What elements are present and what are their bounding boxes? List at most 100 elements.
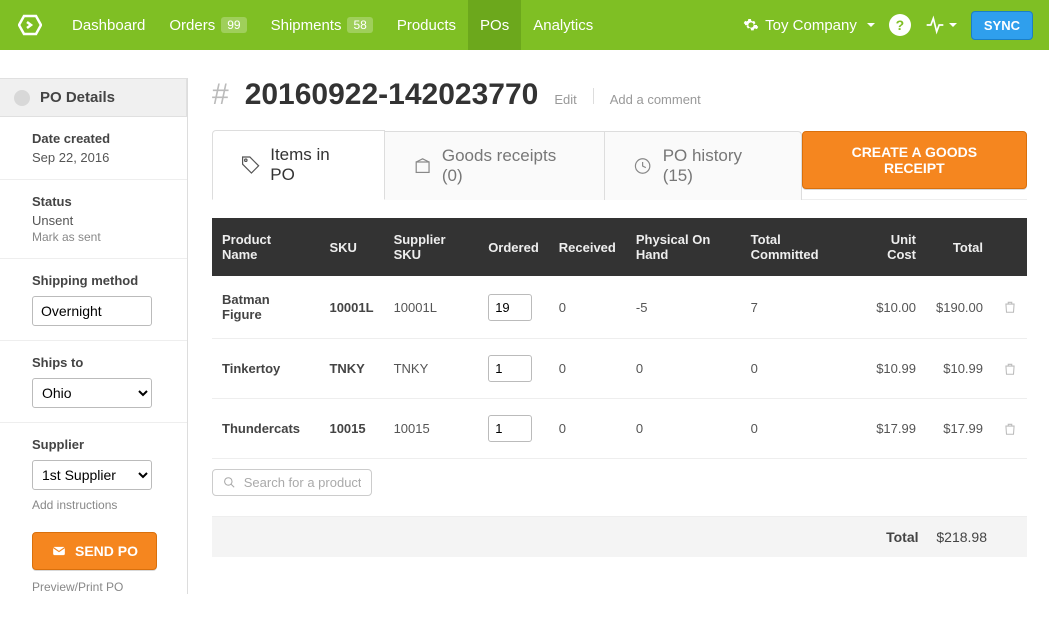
logo-icon[interactable] — [16, 11, 44, 39]
send-po-button[interactable]: SEND PO — [32, 532, 157, 570]
mail-icon — [51, 544, 67, 558]
table-row: TinkertoyTNKYTNKY000$10.99$10.99 — [212, 339, 1027, 399]
shipments-badge: 58 — [347, 17, 372, 33]
cell-total: $10.99 — [926, 339, 993, 399]
orders-badge: 99 — [221, 17, 246, 33]
search-row — [212, 459, 1027, 517]
ships-to-select[interactable]: Ohio — [32, 378, 152, 408]
activity-icon[interactable] — [925, 15, 957, 35]
cell-ssku: TNKY — [384, 339, 479, 399]
sidebar-header: PO Details — [0, 78, 187, 117]
tag-icon — [241, 155, 260, 175]
ordered-input[interactable] — [488, 415, 532, 442]
col-name: Product Name — [212, 218, 319, 276]
cell-name: Thundercats — [212, 399, 319, 459]
col-received: Received — [549, 218, 626, 276]
po-header: # 20160922-142023770 Edit Add a comment — [212, 78, 1027, 112]
help-icon[interactable]: ? — [889, 14, 911, 36]
cell-name: Batman Figure — [212, 276, 319, 339]
shipping-label: Shipping method — [32, 273, 171, 288]
delete-row-button[interactable] — [993, 399, 1027, 459]
nav-analytics[interactable]: Analytics — [521, 0, 605, 50]
preview-print-link[interactable]: Preview/Print PO — [32, 580, 187, 594]
delete-row-button[interactable] — [993, 339, 1027, 399]
box-icon — [413, 156, 432, 176]
items-table: Product Name SKU Supplier SKU Ordered Re… — [212, 218, 1027, 459]
cell-unit: $17.99 — [853, 399, 926, 459]
status-label: Status — [32, 194, 171, 209]
shipping-method-input[interactable] — [32, 296, 152, 326]
add-instructions-link[interactable]: Add instructions — [32, 498, 171, 512]
cell-sku: TNKY — [319, 339, 383, 399]
col-sku: SKU — [319, 218, 383, 276]
cell-unit: $10.00 — [853, 276, 926, 339]
tab-history-label: PO history (15) — [663, 146, 773, 186]
nav-shipments[interactable]: Shipments 58 — [259, 0, 385, 50]
tab-items-label: Items in PO — [270, 145, 355, 185]
tab-receipts[interactable]: Goods receipts (0) — [385, 131, 606, 200]
po-number: 20160922-142023770 — [245, 78, 539, 112]
table-row: Thundercats1001510015000$17.99$17.99 — [212, 399, 1027, 459]
supplier-select[interactable]: 1st Supplier — [32, 460, 152, 490]
cell-committed: 7 — [741, 276, 853, 339]
mark-as-sent-link[interactable]: Mark as sent — [32, 230, 171, 244]
top-nav: Dashboard Orders99 Shipments58 Products … — [0, 0, 1049, 50]
nav-dashboard[interactable]: Dashboard — [60, 0, 157, 50]
col-physical: Physical On Hand — [626, 218, 741, 276]
cell-committed: 0 — [741, 339, 853, 399]
nav-pos[interactable]: POs — [468, 0, 521, 50]
date-created-label: Date created — [32, 131, 171, 146]
supplier-label: Supplier — [32, 437, 171, 452]
main-area: # 20160922-142023770 Edit Add a comment … — [188, 78, 1027, 594]
cell-physical: -5 — [626, 276, 741, 339]
product-search-input[interactable] — [244, 475, 361, 490]
ships-to-label: Ships to — [32, 355, 171, 370]
clock-icon — [633, 156, 652, 176]
status-value: Unsent — [32, 213, 171, 228]
nav-right: Toy Company ? SYNC — [743, 11, 1033, 40]
cell-sku: 10015 — [319, 399, 383, 459]
ordered-input[interactable] — [488, 355, 532, 382]
sidebar: PO Details Date created Sep 22, 2016 Sta… — [0, 78, 188, 594]
cell-total: $190.00 — [926, 276, 993, 339]
back-icon[interactable] — [14, 90, 30, 106]
total-label: Total — [886, 529, 918, 545]
sync-button[interactable]: SYNC — [971, 11, 1033, 40]
search-icon — [223, 475, 236, 490]
cell-received: 0 — [549, 399, 626, 459]
tab-items[interactable]: Items in PO — [212, 130, 385, 200]
date-created-value: Sep 22, 2016 — [32, 150, 171, 165]
nav-shipments-label: Shipments — [271, 17, 342, 34]
cell-sku: 10001L — [319, 276, 383, 339]
divider — [593, 88, 594, 104]
cell-unit: $10.99 — [853, 339, 926, 399]
tab-receipts-label: Goods receipts (0) — [442, 146, 577, 186]
edit-link[interactable]: Edit — [554, 92, 576, 107]
nav-orders[interactable]: Orders 99 — [157, 0, 258, 50]
tab-row: Items in PO Goods receipts (0) PO histor… — [212, 130, 1027, 200]
nav-orders-label: Orders — [169, 17, 215, 34]
delete-row-button[interactable] — [993, 276, 1027, 339]
hash-icon: # — [212, 78, 229, 112]
add-comment-link[interactable]: Add a comment — [610, 92, 701, 107]
nav-links: Dashboard Orders99 Shipments58 Products … — [60, 0, 605, 50]
ordered-input[interactable] — [488, 294, 532, 321]
col-ordered: Ordered — [478, 218, 549, 276]
cell-ordered — [478, 399, 549, 459]
nav-products[interactable]: Products — [385, 0, 468, 50]
gear-icon — [743, 17, 759, 33]
table-row: Batman Figure10001L10001L0-57$10.00$190.… — [212, 276, 1027, 339]
cell-committed: 0 — [741, 399, 853, 459]
company-menu[interactable]: Toy Company — [743, 17, 875, 34]
cell-physical: 0 — [626, 339, 741, 399]
cell-ssku: 10015 — [384, 399, 479, 459]
cell-physical: 0 — [626, 399, 741, 459]
send-po-label: SEND PO — [75, 543, 138, 559]
cell-ssku: 10001L — [384, 276, 479, 339]
sidebar-title: PO Details — [40, 89, 115, 106]
tab-history[interactable]: PO history (15) — [605, 131, 801, 200]
create-receipt-button[interactable]: CREATE A GOODS RECEIPT — [802, 131, 1027, 189]
cell-ordered — [478, 339, 549, 399]
product-search[interactable] — [212, 469, 372, 496]
col-unit: Unit Cost — [853, 218, 926, 276]
